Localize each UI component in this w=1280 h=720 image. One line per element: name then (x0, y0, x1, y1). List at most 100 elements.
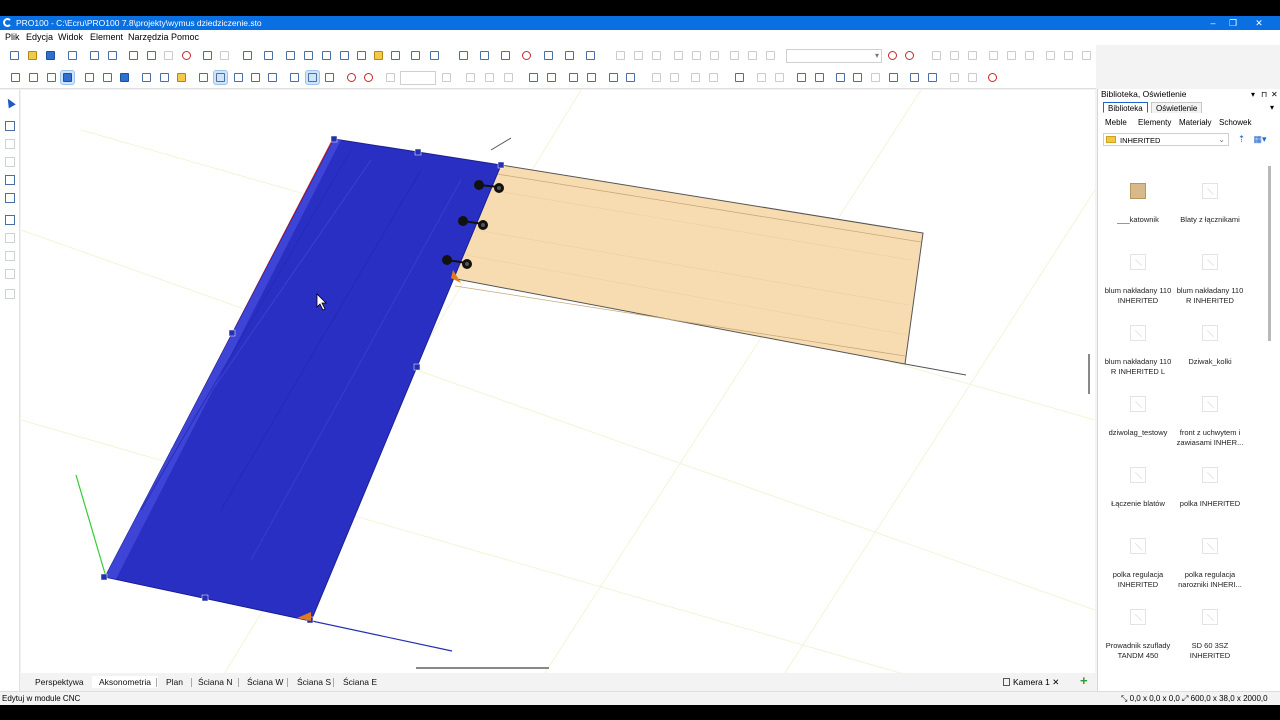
group-icon[interactable] (338, 49, 351, 62)
material-select[interactable]: ▾ (786, 49, 882, 63)
paint-icon[interactable] (4, 192, 16, 204)
mirror-view-icon[interactable] (869, 71, 882, 84)
bulb-icon[interactable] (175, 71, 188, 84)
view-box-solid-icon[interactable] (118, 71, 131, 84)
menu-widok[interactable]: Widok (58, 32, 83, 43)
delete-icon[interactable] (180, 49, 193, 62)
hierarchy-icon[interactable] (320, 49, 333, 62)
snap-a-icon[interactable] (1044, 49, 1057, 62)
cube-hidden-icon[interactable] (27, 71, 40, 84)
move-icon[interactable] (851, 71, 864, 84)
snap-edge-icon[interactable] (305, 70, 320, 85)
panel-scrollbar[interactable] (1268, 166, 1271, 341)
camera-orbit-icon[interactable] (908, 71, 921, 84)
tab-sciana-e[interactable]: Ściana E (336, 676, 384, 688)
folder-select[interactable]: INHERITED ⌄ (1103, 133, 1229, 146)
selected-board[interactable] (104, 138, 502, 622)
ungroup-icon[interactable] (355, 49, 368, 62)
3d-viewport[interactable] (21, 90, 1095, 679)
tab-perspektywa[interactable]: Perspektywa (28, 676, 91, 688)
menu-plik[interactable]: Plik (5, 32, 20, 43)
camera-close-icon[interactable]: ✕ (1052, 677, 1059, 687)
rotate-view-icon[interactable] (158, 71, 171, 84)
align-right-icon[interactable] (650, 49, 663, 62)
rounded-corner-icon[interactable] (542, 49, 555, 62)
center-d-icon[interactable] (502, 71, 515, 84)
paste-props-icon[interactable] (773, 71, 786, 84)
cube-textured-icon[interactable] (60, 70, 75, 85)
tab-sciana-w[interactable]: Ściana W (240, 676, 290, 688)
panel-menu-icon[interactable]: ▾ (1251, 89, 1255, 100)
copy-props-icon[interactable] (755, 71, 768, 84)
rotate-ccw-icon[interactable] (795, 71, 808, 84)
align-left-edge-icon[interactable] (527, 71, 540, 84)
tool-c-icon[interactable] (4, 232, 16, 244)
cut-icon[interactable] (127, 49, 140, 62)
material-apply-icon[interactable] (886, 49, 899, 62)
view-box-open-icon[interactable] (101, 71, 114, 84)
horizontal-scroll-indicator[interactable] (416, 667, 549, 669)
space-b-icon[interactable] (707, 71, 720, 84)
stack-icon[interactable] (987, 49, 1000, 62)
folder-up-icon[interactable]: ⇡ (1236, 134, 1247, 145)
space-a-icon[interactable] (689, 71, 702, 84)
redo-icon[interactable] (218, 49, 231, 62)
camera-tab[interactable]: Kamera 1 ✕ (1003, 676, 1059, 688)
print-icon[interactable] (88, 49, 101, 62)
select-arrow-icon[interactable] (4, 96, 16, 109)
tag-icon[interactable] (197, 71, 210, 84)
drawer-icon[interactable] (584, 49, 597, 62)
wood-board[interactable] (450, 164, 924, 365)
menu-element[interactable]: Element (90, 32, 123, 43)
library-icon[interactable] (409, 49, 422, 62)
subtab-meble[interactable]: Meble (1105, 118, 1127, 128)
space-v-icon[interactable] (668, 71, 681, 84)
cube-wire-icon[interactable] (9, 71, 22, 84)
magnet-icon[interactable] (345, 71, 358, 84)
camera-pan-icon[interactable] (926, 71, 939, 84)
menu-pomoc[interactable]: Pomoc (171, 32, 199, 43)
align-left-icon[interactable] (614, 49, 627, 62)
zoom-input[interactable] (400, 71, 436, 85)
view-mode-icon[interactable]: ▦▾ (1251, 134, 1269, 145)
zoom-tool-icon[interactable] (4, 288, 16, 300)
subtab-elementy[interactable]: Elementy (1138, 118, 1171, 128)
new-file-icon[interactable] (8, 49, 21, 62)
space-h-icon[interactable] (650, 71, 663, 84)
snap-face-icon[interactable] (323, 71, 336, 84)
paste-icon[interactable] (162, 49, 175, 62)
save-icon[interactable] (44, 49, 57, 62)
pipette-icon[interactable] (4, 174, 16, 186)
view-front-icon[interactable] (457, 49, 470, 62)
render-icon[interactable] (389, 49, 402, 62)
panel-tabs-menu-icon[interactable]: ▾ (1270, 103, 1274, 112)
grid-icon[interactable] (249, 71, 262, 84)
stack-v-icon[interactable] (1005, 49, 1018, 62)
rotate-cw-icon[interactable] (813, 71, 826, 84)
distribute-d-icon[interactable] (966, 49, 979, 62)
cube-shaded-icon[interactable] (45, 71, 58, 84)
tab-sciana-s[interactable]: Ściana S (290, 676, 338, 688)
frame-icon[interactable] (563, 49, 576, 62)
camera-b-icon[interactable] (966, 71, 979, 84)
light-icon[interactable] (372, 49, 385, 62)
tab-aksonometria[interactable]: Aksonometria (92, 676, 158, 688)
tab-oswietlenie[interactable]: Oświetlenie (1151, 102, 1203, 113)
align-bottom-edge-icon[interactable] (585, 71, 598, 84)
vertical-scroll-indicator[interactable] (1088, 354, 1090, 394)
report-icon[interactable] (284, 49, 297, 62)
center-h-icon[interactable] (464, 71, 477, 84)
zoom-icon[interactable] (384, 71, 397, 84)
tab-plan[interactable]: Plan (159, 676, 190, 688)
scale-icon[interactable] (887, 71, 900, 84)
close-window-button[interactable]: ✕ (1246, 16, 1272, 30)
align-bottom-icon[interactable] (708, 49, 721, 62)
grid-snap-icon[interactable] (232, 71, 245, 84)
view-image-icon[interactable] (478, 49, 491, 62)
select-all-icon[interactable] (733, 71, 746, 84)
align-middle-icon[interactable] (690, 49, 703, 62)
settings-icon[interactable] (241, 49, 254, 62)
open-folder-icon[interactable] (26, 49, 39, 62)
rotate-right-icon[interactable] (746, 49, 759, 62)
dimensions-icon[interactable] (140, 71, 153, 84)
